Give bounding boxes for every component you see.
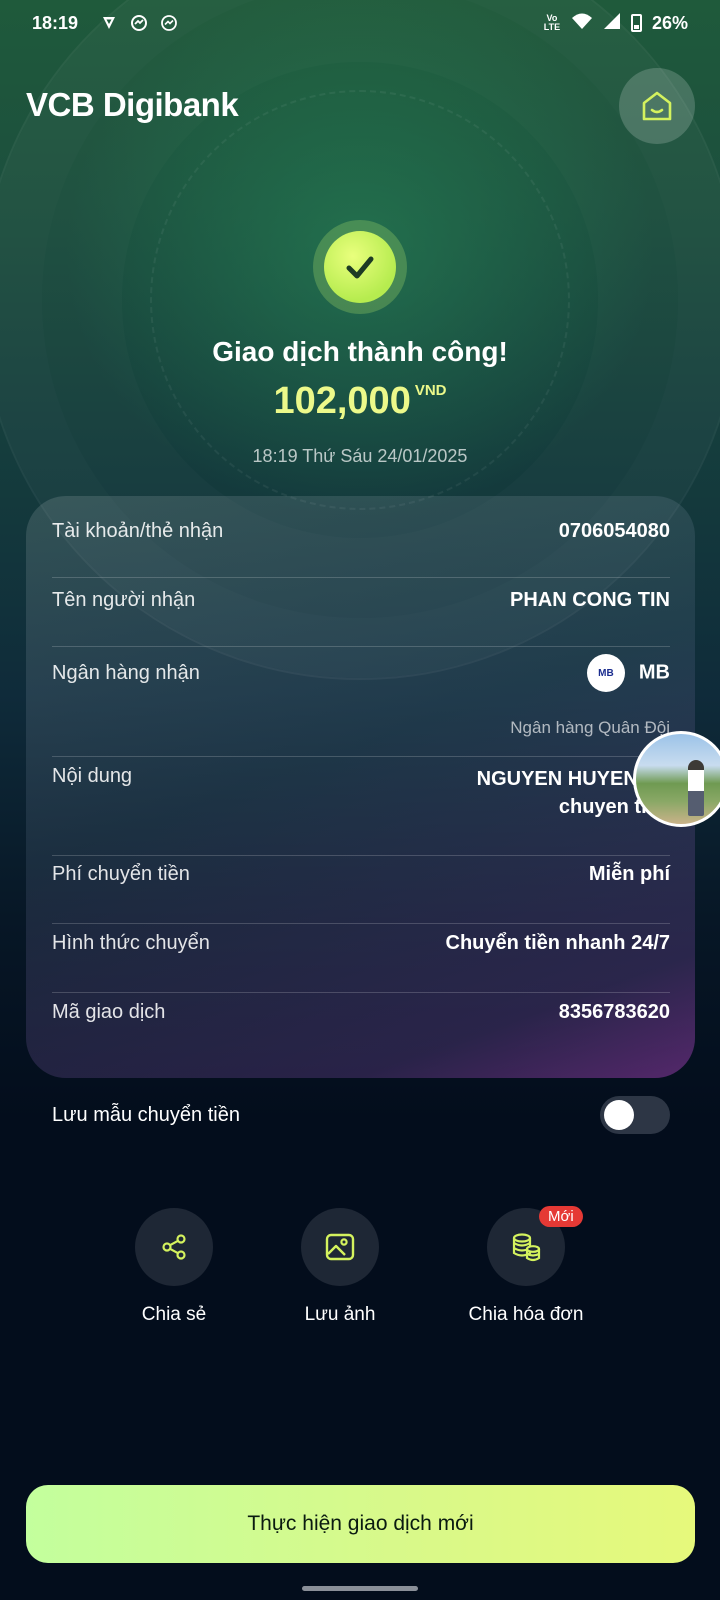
detail-row-recipient: Tên người nhận PHAN CONG TIN (52, 589, 670, 612)
messenger-sync-icon (130, 14, 148, 32)
system-home-indicator[interactable] (302, 1586, 418, 1591)
detail-label: Nội dung (52, 765, 133, 787)
messenger-icon (160, 14, 178, 32)
share-label: Chia sẻ (141, 1304, 207, 1325)
detail-value: MB MB (586, 654, 670, 692)
detail-value: Miễn phí (588, 863, 670, 885)
detail-label: Ngân hàng nhận (52, 662, 200, 684)
detail-label: Phí chuyển tiền (52, 863, 190, 885)
image-icon (325, 1233, 355, 1261)
bank-short-name: MB (638, 661, 670, 684)
save-image-label: Lưu ảnh (304, 1304, 376, 1325)
save-image-action[interactable]: Lưu ảnh (250, 1208, 430, 1326)
detail-row-content: Nội dung NGUYEN HUYEN TR chuyen tien (52, 765, 670, 821)
app-logo: VCB Digibank (26, 86, 239, 123)
save-template-row: Lưu mẫu chuyển tiền (52, 1096, 670, 1134)
detail-row-method: Hình thức chuyển Chuyển tiền nhanh 24/7 (52, 932, 670, 955)
amount-value: 102,000 (273, 380, 411, 422)
amount-currency: VND (414, 382, 447, 399)
save-template-label: Lưu mẫu chuyển tiền (52, 1103, 240, 1126)
transaction-datetime: 18:19 Thứ Sáu 24/01/2025 (252, 446, 468, 466)
home-button[interactable] (619, 68, 695, 144)
share-action[interactable]: Chia sẻ (84, 1208, 264, 1326)
new-transaction-button[interactable]: Thực hiện giao dịch mới (26, 1485, 695, 1563)
wifi-icon (571, 12, 593, 35)
detail-value: 8356783620 (558, 1001, 670, 1023)
divider (52, 756, 670, 757)
battery-percent: 26% (651, 12, 688, 33)
transaction-status-title: Giao dịch thành công! (212, 336, 508, 367)
divider (52, 992, 670, 993)
transaction-details-card: Tài khoản/thẻ nhận 0706054080 Tên người … (26, 496, 695, 1078)
detail-row-transaction-id: Mã giao dịch 8356783620 (52, 1001, 670, 1024)
transaction-amount: 102,000 VND (0, 380, 720, 423)
share-icon (162, 1234, 186, 1260)
battery-icon (630, 14, 642, 32)
detail-row-fee: Phí chuyển tiền Miễn phí (52, 863, 670, 886)
detail-value: Chuyển tiền nhanh 24/7 (445, 932, 670, 954)
divider (52, 646, 670, 647)
shield-icon (100, 14, 118, 32)
detail-label: Tài khoản/thẻ nhận (52, 520, 224, 542)
home-icon (642, 91, 672, 121)
bank-full-name: Ngân hàng Quân Đội (510, 718, 670, 737)
detail-label: Tên người nhận (52, 589, 196, 611)
split-bill-label: Chia hóa đơn (468, 1304, 584, 1325)
volte-icon: Vo LTE (543, 13, 561, 32)
detail-label: Hình thức chuyển (52, 932, 210, 954)
coins-icon (512, 1233, 541, 1262)
bank-logo: MB (586, 654, 625, 692)
signal-icon (603, 12, 621, 35)
status-time: 18:19 (32, 12, 79, 33)
save-template-toggle[interactable] (600, 1096, 670, 1134)
detail-row-bank: Ngân hàng nhận MB MB (52, 654, 670, 692)
status-bar: 18:19 Vo LTE 26% (0, 0, 720, 46)
detail-row-account: Tài khoản/thẻ nhận 0706054080 (52, 520, 670, 543)
new-badge: Mới (539, 1206, 583, 1227)
divider (52, 923, 670, 924)
divider (52, 855, 670, 856)
floating-chat-head-avatar[interactable] (633, 731, 720, 827)
success-badge (313, 220, 407, 314)
detail-label: Mã giao dịch (52, 1001, 166, 1023)
divider (52, 577, 670, 578)
checkmark-icon (346, 256, 374, 279)
split-bill-action[interactable]: Mới Chia hóa đơn (436, 1206, 616, 1326)
detail-value: 0706054080 (558, 520, 670, 542)
detail-value: PHAN CONG TIN (510, 589, 670, 611)
